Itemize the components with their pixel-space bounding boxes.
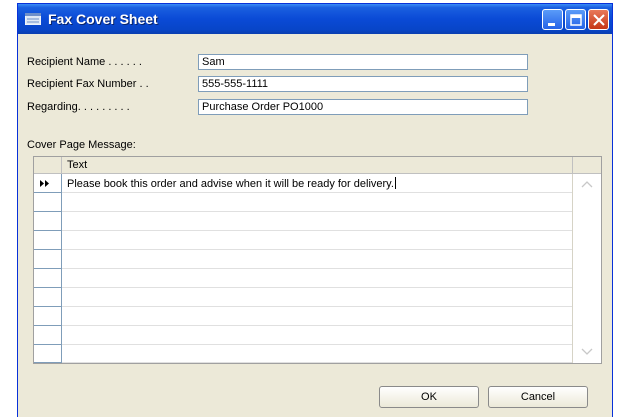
regarding-label: Regarding. . . . . . . . . — [27, 101, 130, 113]
regarding-field[interactable]: Purchase Order PO1000 — [198, 99, 528, 115]
scroll-up-arrow-icon[interactable] — [581, 180, 593, 188]
minimize-icon — [548, 23, 555, 26]
row-selector[interactable] — [34, 326, 62, 345]
table-row[interactable] — [34, 288, 601, 307]
scroll-down-arrow-icon[interactable] — [581, 348, 593, 356]
minimize-button[interactable] — [542, 9, 563, 30]
message-text-cell[interactable]: Please book this order and advise when i… — [67, 177, 396, 190]
cover-page-message-label: Cover Page Message: — [27, 139, 136, 151]
grid-header-end — [572, 157, 601, 173]
row-selector[interactable] — [34, 250, 62, 269]
maximize-icon — [570, 14, 582, 26]
table-row[interactable] — [34, 250, 601, 269]
grid-corner — [34, 157, 62, 173]
text-cursor — [394, 177, 396, 189]
grid-header: Text — [34, 157, 601, 174]
row-selector[interactable] — [34, 269, 62, 288]
table-row[interactable] — [34, 193, 601, 212]
new-row-pointer-icon — [40, 180, 49, 187]
recipient-name-label: Recipient Name . . . . . . — [27, 56, 142, 68]
row-selector[interactable] — [34, 174, 62, 193]
table-row[interactable] — [34, 212, 601, 231]
table-row[interactable] — [34, 326, 601, 345]
row-selector[interactable] — [34, 231, 62, 250]
table-row[interactable] — [34, 345, 601, 363]
maximize-button[interactable] — [565, 9, 586, 30]
row-selector[interactable] — [34, 212, 62, 231]
close-button[interactable] — [588, 9, 609, 30]
recipient-fax-number-field[interactable]: 555-555-1111 — [198, 76, 528, 92]
row-selector[interactable] — [34, 193, 62, 212]
vertical-scrollbar[interactable] — [572, 174, 601, 363]
window-title: Fax Cover Sheet — [48, 11, 158, 27]
recipient-fax-number-label: Recipient Fax Number . . — [27, 78, 149, 90]
row-selector[interactable] — [34, 307, 62, 326]
form-icon — [25, 13, 41, 25]
fax-cover-sheet-window: Fax Cover Sheet Recipient Name . . . . .… — [17, 3, 613, 417]
title-bar[interactable]: Fax Cover Sheet — [18, 4, 612, 34]
close-icon — [593, 14, 605, 26]
message-grid: Text Please book this order and advise w… — [33, 156, 602, 364]
row-selector[interactable] — [34, 345, 62, 363]
row-selector[interactable] — [34, 288, 62, 307]
table-row[interactable] — [34, 269, 601, 288]
recipient-name-field[interactable]: Sam — [198, 54, 528, 70]
table-row[interactable] — [34, 231, 601, 250]
table-row[interactable] — [34, 307, 601, 326]
text-column-header[interactable]: Text — [67, 159, 87, 171]
table-row[interactable]: Please book this order and advise when i… — [34, 174, 601, 193]
cancel-button[interactable]: Cancel — [488, 386, 588, 408]
ok-button[interactable]: OK — [379, 386, 479, 408]
